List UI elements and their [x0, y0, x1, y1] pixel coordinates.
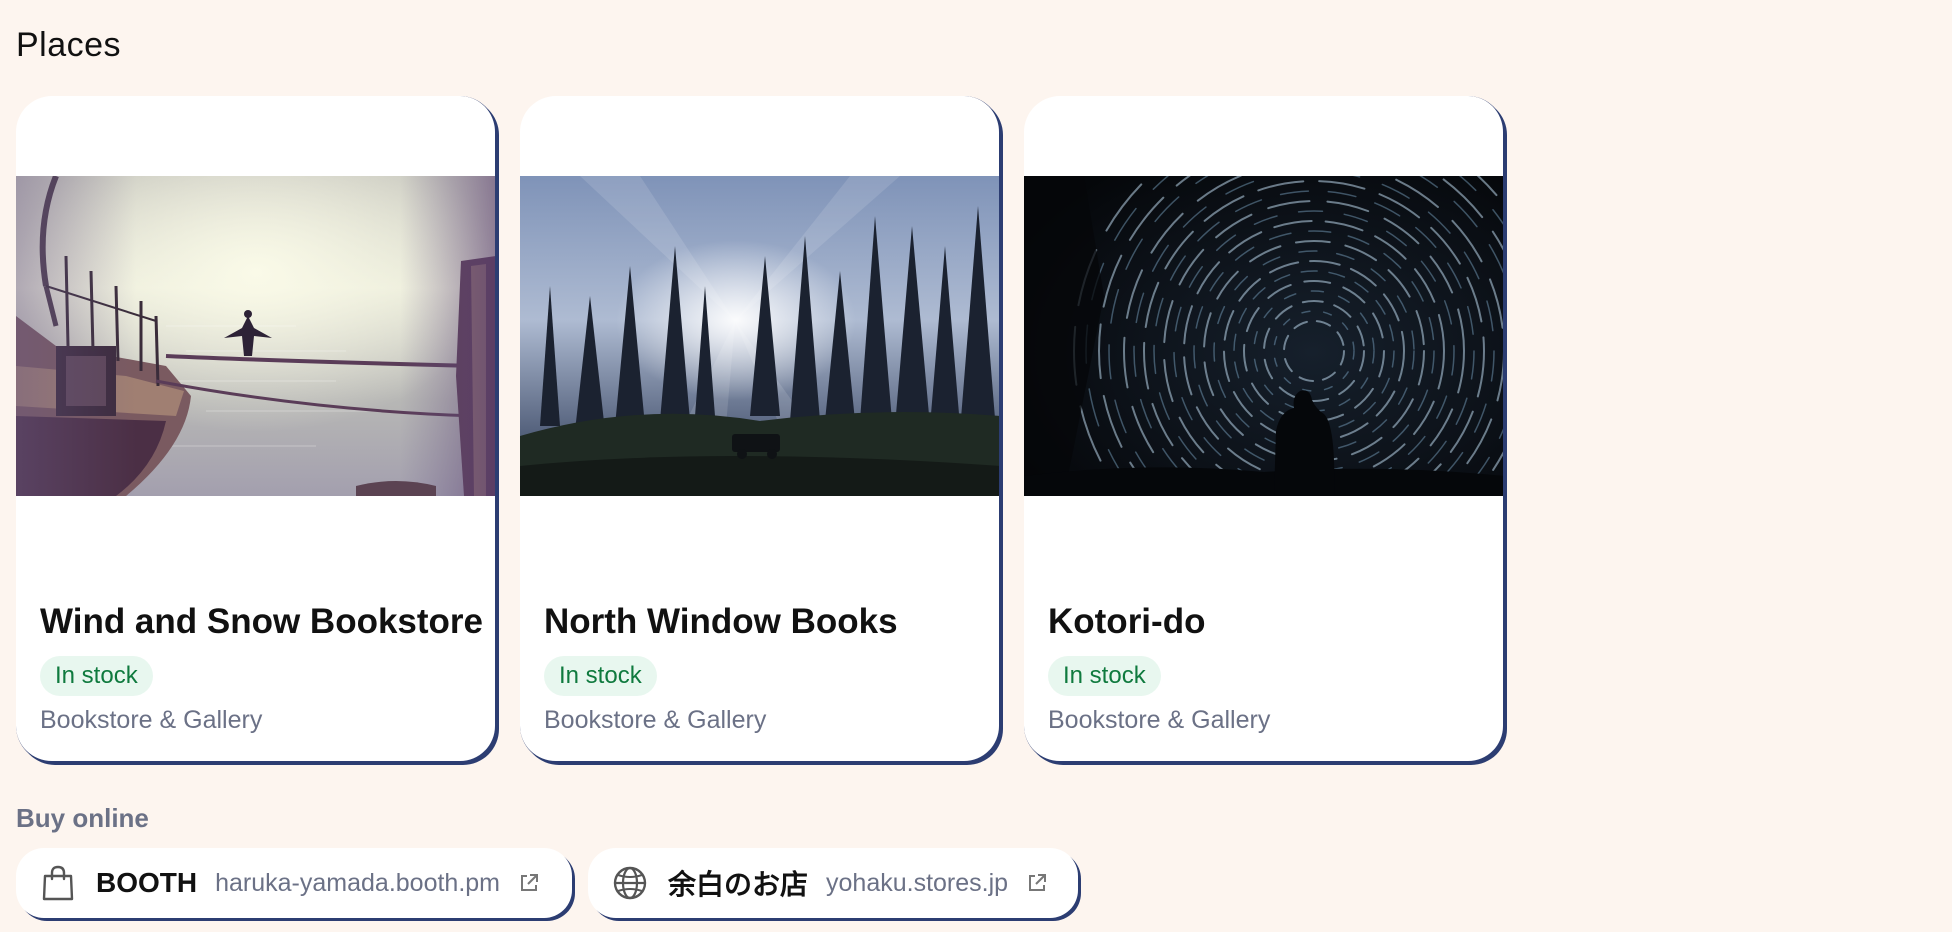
- places-heading: Places: [16, 26, 122, 64]
- shopping-bag-icon: [40, 865, 76, 901]
- store-name: 余白のお店: [668, 869, 809, 900]
- booth-store-link[interactable]: BOOTH haruka-yamada.booth.pm: [16, 848, 572, 918]
- place-card-kotori-do[interactable]: Kotori-do In stock Bookstore & Gallery: [1024, 96, 1504, 762]
- place-card-wind-and-snow[interactable]: Wind and Snow Bookstore In stock Booksto…: [16, 96, 496, 762]
- external-link-icon: [518, 872, 540, 894]
- store-name: BOOTH: [96, 867, 198, 898]
- places-card-list: Wind and Snow Bookstore In stock Booksto…: [16, 96, 1504, 762]
- place-category: Bookstore & Gallery: [1048, 706, 1271, 734]
- external-link-icon: [1026, 872, 1048, 894]
- place-name: Wind and Snow Bookstore: [40, 602, 484, 641]
- store-url: haruka-yamada.booth.pm: [215, 868, 500, 897]
- place-card-north-window[interactable]: North Window Books In stock Bookstore & …: [520, 96, 1000, 762]
- place-name: Kotori-do: [1048, 602, 1206, 641]
- page: Places Wind and Snow Bookstore In stock …: [0, 0, 1952, 932]
- stock-status-badge: In stock: [1048, 656, 1161, 696]
- yohaku-store-link[interactable]: 余白のお店 yohaku.stores.jp: [588, 848, 1078, 918]
- place-category: Bookstore & Gallery: [544, 706, 767, 734]
- harbor-cormorant-photo: [16, 176, 495, 496]
- place-category: Bookstore & Gallery: [40, 706, 263, 734]
- forest-sunrays-photo: [520, 176, 999, 496]
- star-trails-silhouette-photo: [1024, 176, 1503, 496]
- buy-online-links: BOOTH haruka-yamada.booth.pm 余白のお店 yohak…: [16, 848, 1078, 918]
- buy-online-heading: Buy online: [16, 803, 149, 833]
- place-name: North Window Books: [544, 602, 898, 641]
- stock-status-badge: In stock: [544, 656, 657, 696]
- stock-status-badge: In stock: [40, 656, 153, 696]
- globe-icon: [612, 865, 648, 901]
- store-url: yohaku.stores.jp: [826, 868, 1009, 897]
